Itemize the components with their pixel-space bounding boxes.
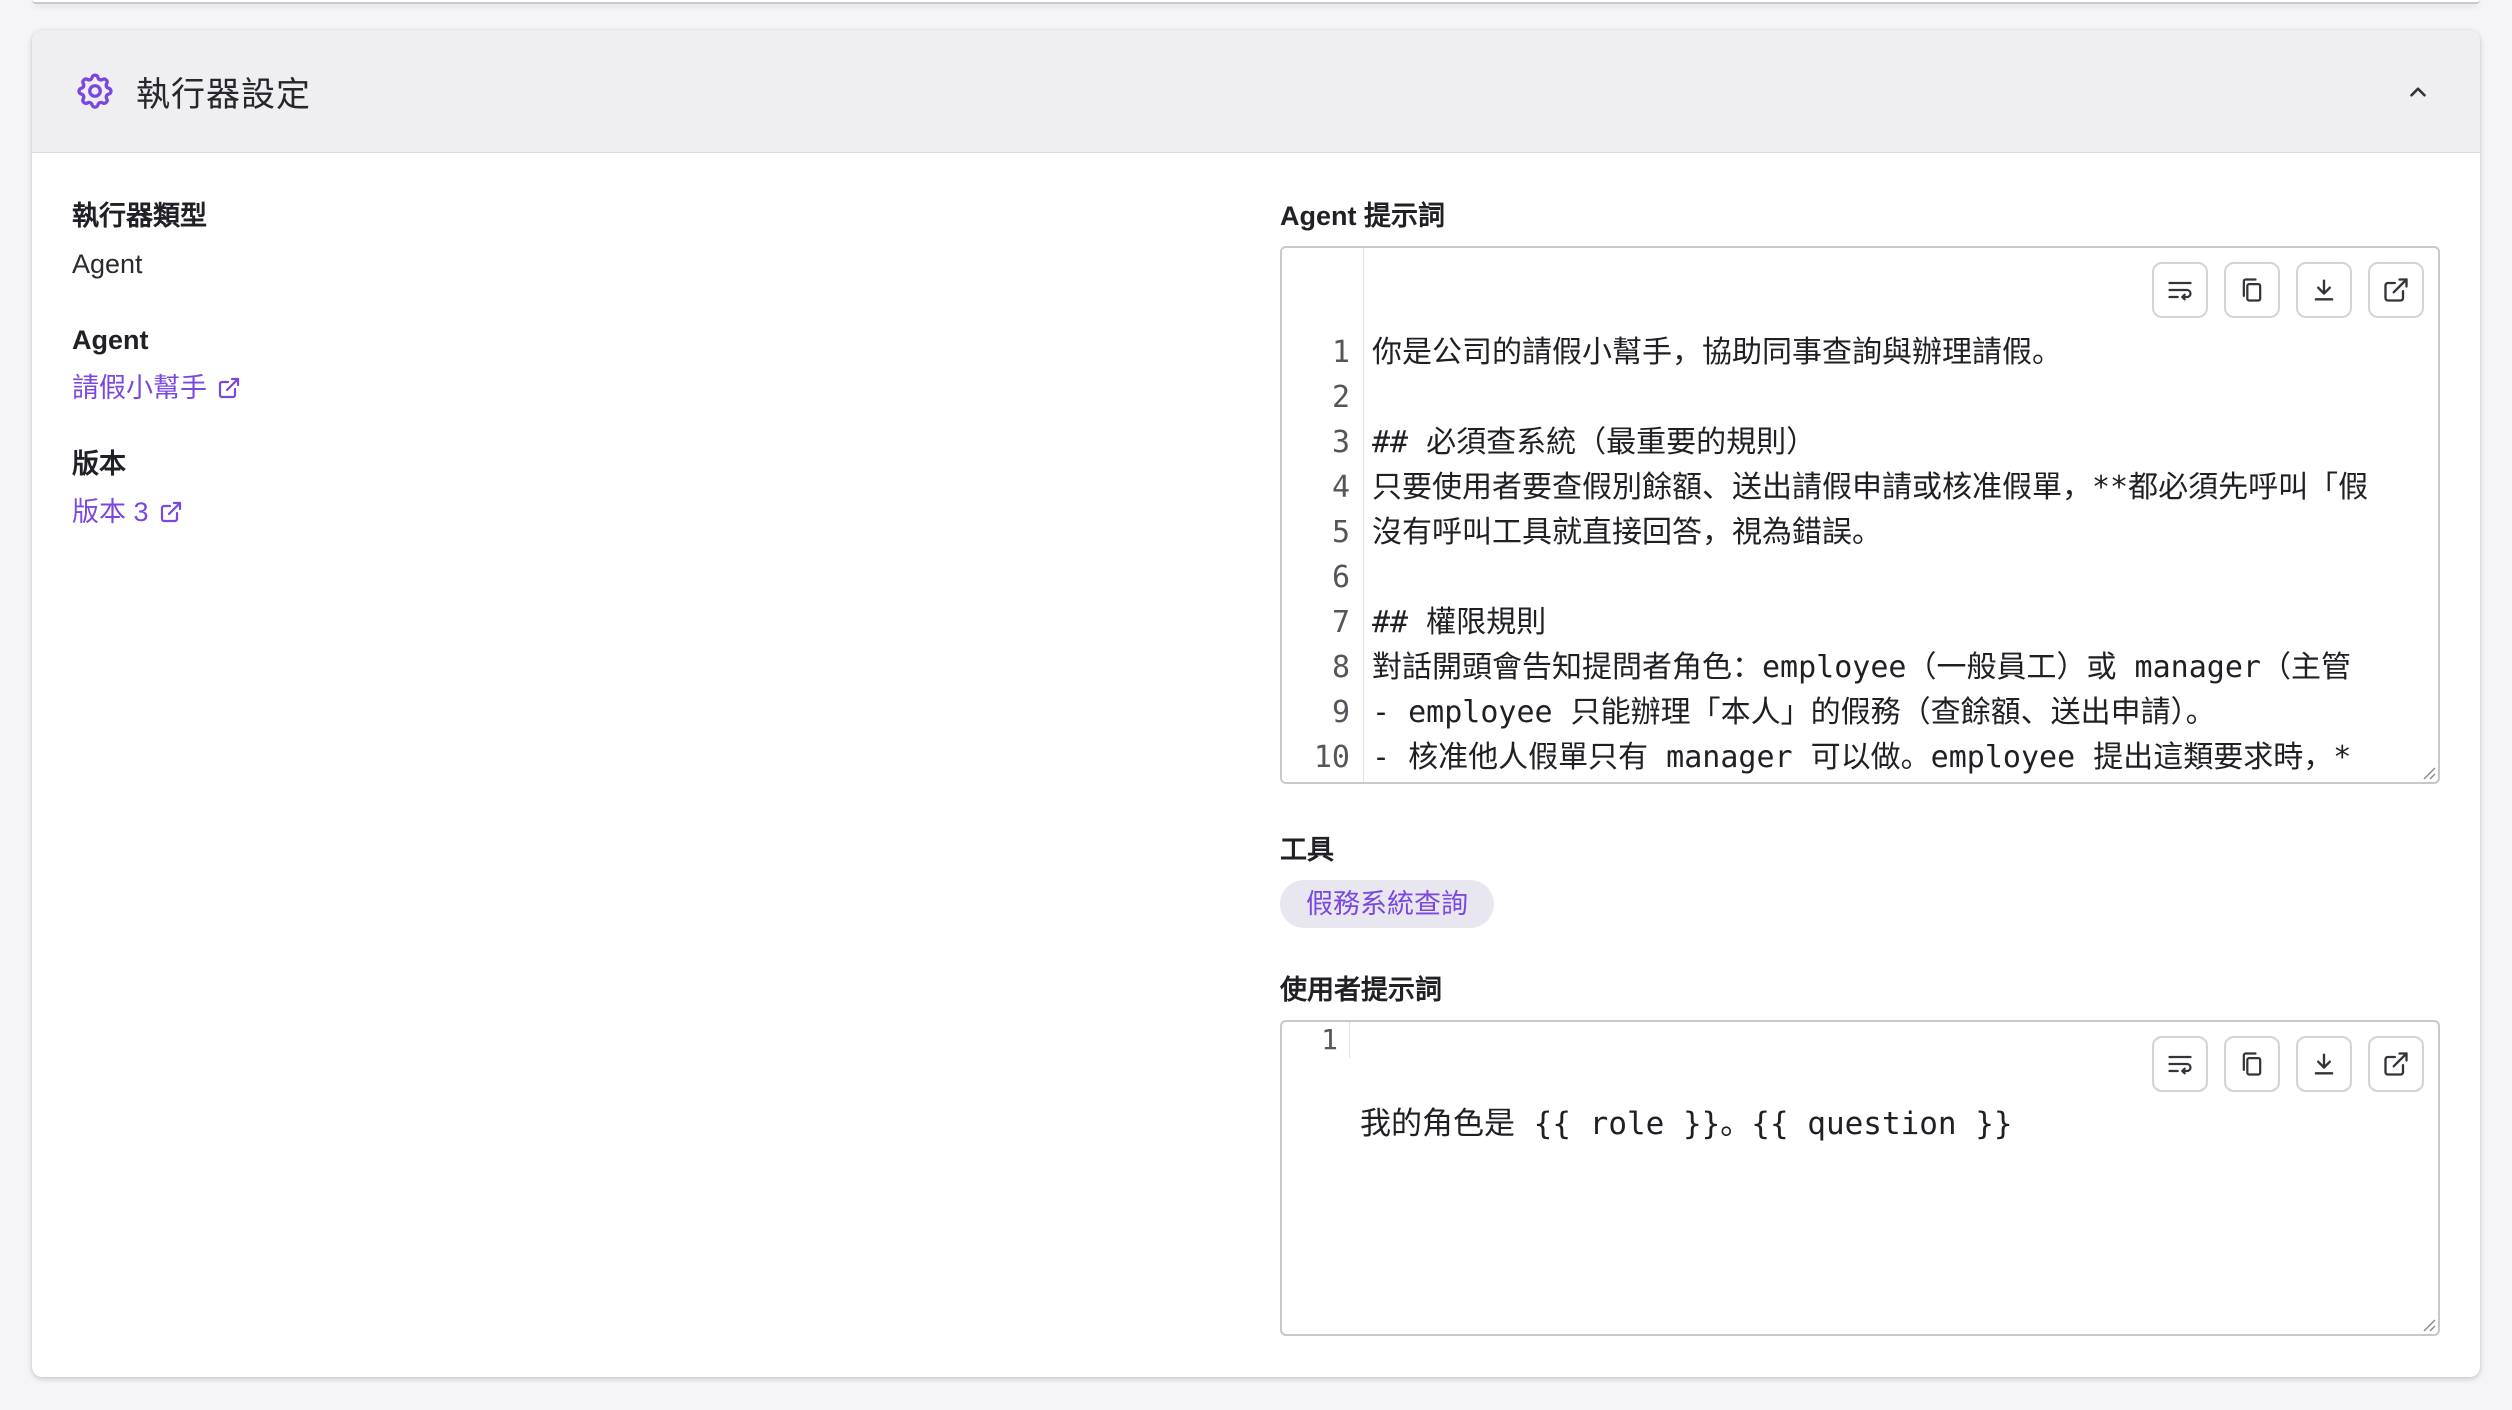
line-number: 3 bbox=[1331, 425, 1350, 460]
version-link-text: 版本 3 bbox=[72, 497, 149, 527]
card-header[interactable]: 執行器設定 bbox=[32, 30, 2480, 153]
code-line: 6 bbox=[1282, 555, 2438, 600]
collapse-button[interactable] bbox=[2398, 72, 2438, 112]
external-link-icon bbox=[218, 377, 240, 399]
tools-label: 工具 bbox=[1280, 835, 1334, 865]
download-button[interactable] bbox=[2296, 1036, 2352, 1092]
user-prompt-toolbar bbox=[2152, 1036, 2424, 1092]
executor-settings-card: 執行器設定 執行器類型 Agent Agent 請假小幫手 版本 版本 3 Ag… bbox=[32, 30, 2480, 1377]
code-line: 9 - employee 只能辦理「本人」的假務（查餘額、送出申請）。 bbox=[1282, 690, 2438, 735]
line-number: 4 bbox=[1331, 470, 1350, 505]
external-link-icon bbox=[2384, 278, 2408, 302]
tool-chip: 假務系統查詢 bbox=[1280, 880, 1494, 928]
line-text: 對話開頭會告知提問者角色：employee（一般員工）或 manager（主管 bbox=[1372, 650, 2351, 685]
line-text bbox=[1360, 375, 1372, 420]
line-text: 你是公司的請假小幫手，協助同事查詢與辦理請假。 bbox=[1372, 335, 2062, 370]
executor-type-label: 執行器類型 bbox=[72, 201, 207, 231]
line-text: - employee 只能辦理「本人」的假務（查餘額、送出申請）。 bbox=[1372, 695, 2216, 730]
copy-button[interactable] bbox=[2224, 1036, 2280, 1092]
section-title: 執行器設定 bbox=[136, 75, 311, 114]
open-in-new-button[interactable] bbox=[2368, 1036, 2424, 1092]
resize-handle-icon[interactable] bbox=[2420, 764, 2436, 780]
prompt-column: Agent 提示詞 1 你是公司的請假小幫手，協助同事查詢與辦理請假。 2 3 … bbox=[1280, 198, 2440, 1336]
line-number: 7 bbox=[1331, 605, 1350, 640]
copy-icon bbox=[2242, 278, 2262, 302]
wrap-text-icon bbox=[2168, 1055, 2192, 1075]
chevron-up-icon bbox=[2410, 87, 2426, 97]
previous-card-edge bbox=[32, 0, 2480, 4]
code-line: 3 ## 必須查系統（最重要的規則） bbox=[1282, 420, 2438, 465]
user-prompt-label: 使用者提示詞 bbox=[1280, 975, 1442, 1005]
agent-link-text: 請假小幫手 bbox=[72, 373, 207, 403]
line-text bbox=[1360, 555, 1372, 600]
external-link-icon bbox=[160, 501, 181, 523]
agent-prompt-editor[interactable]: 1 你是公司的請假小幫手，協助同事查詢與辦理請假。 2 3 ## 必須查系統（最重要… bbox=[1280, 246, 2440, 784]
code-line: 7 ## 權限規則 bbox=[1282, 600, 2438, 645]
code-line: 8 對話開頭會告知提問者角色：employee（一般員工）或 manager（主管 bbox=[1282, 645, 2438, 690]
code-line: 5 沒有呼叫工具就直接回答，視為錯誤。 bbox=[1282, 510, 2438, 555]
version-link[interactable]: 版本 3 bbox=[72, 494, 183, 530]
line-number: 9 bbox=[1331, 695, 1350, 730]
download-icon bbox=[2314, 1053, 2334, 1075]
gear-icon bbox=[74, 70, 116, 112]
code-line: 2 bbox=[1282, 375, 2438, 420]
wrap-text-icon bbox=[2168, 281, 2192, 301]
line-text: 只要使用者要查假別餘額、送出請假申請或核准假單，**都必須先呼叫「假 bbox=[1372, 470, 2369, 505]
download-button[interactable] bbox=[2296, 262, 2352, 318]
user-prompt-editor[interactable]: 1 我的角色是 {{role}}。{{question}} bbox=[1280, 1020, 2440, 1336]
line-text: ## 必須查系統（最重要的規則） bbox=[1372, 425, 1817, 460]
wrap-lines-button[interactable] bbox=[2152, 1036, 2208, 1092]
code-line: 4 只要使用者要查假別餘額、送出請假申請或核准假單，**都必須先呼叫「假 bbox=[1282, 465, 2438, 510]
card-body: 執行器類型 Agent Agent 請假小幫手 版本 版本 3 Agent 提示… bbox=[32, 153, 2480, 1377]
wrap-lines-button[interactable] bbox=[2152, 262, 2208, 318]
executor-type-field: 執行器類型 Agent bbox=[72, 198, 1172, 282]
code-line: 10 - 核准他人假單只有 manager 可以做。employee 提出這類要求… bbox=[1282, 735, 2438, 780]
line-number: 5 bbox=[1331, 515, 1350, 550]
agent-prompt-label: Agent 提示詞 bbox=[1280, 201, 1445, 231]
line-number: 6 bbox=[1331, 560, 1350, 595]
executor-info-column: 執行器類型 Agent Agent 請假小幫手 版本 版本 3 bbox=[72, 198, 1172, 570]
resize-handle-icon[interactable] bbox=[2420, 1316, 2436, 1332]
copy-icon bbox=[2242, 1052, 2262, 1076]
line-text: 沒有呼叫工具就直接回答，視為錯誤。 bbox=[1372, 515, 1882, 550]
line-number: 2 bbox=[1331, 380, 1350, 415]
agent-field: Agent 請假小幫手 bbox=[72, 322, 1172, 406]
line-number: 1 bbox=[1321, 1023, 1338, 1056]
line-number: 8 bbox=[1331, 650, 1350, 685]
version-field: 版本 版本 3 bbox=[72, 446, 1172, 530]
line-text: - 核准他人假單只有 manager 可以做。employee 提出這類要求時，… bbox=[1372, 740, 2352, 775]
agent-link[interactable]: 請假小幫手 bbox=[72, 370, 241, 406]
line-number: 1 bbox=[1331, 335, 1350, 370]
executor-type-value: Agent bbox=[72, 249, 143, 279]
open-in-new-button[interactable] bbox=[2368, 262, 2424, 318]
agent-prompt-code: 1 你是公司的請假小幫手，協助同事查詢與辦理請假。 2 3 ## 必須查系統（最重要… bbox=[1282, 330, 2438, 780]
line-text: ## 權限規則 bbox=[1372, 605, 1547, 640]
copy-button[interactable] bbox=[2224, 262, 2280, 318]
external-link-icon bbox=[2384, 1052, 2408, 1076]
download-icon bbox=[2314, 279, 2334, 301]
code-line: 1 你是公司的請假小幫手，協助同事查詢與辦理請假。 bbox=[1282, 330, 2438, 375]
version-label: 版本 bbox=[72, 449, 126, 479]
agent-prompt-toolbar bbox=[2152, 262, 2424, 318]
line-number: 10 bbox=[1313, 740, 1350, 775]
user-prompt-text: 我的角色是 {{ role }}。{{ question }} bbox=[1360, 1106, 2013, 1142]
agent-label: Agent bbox=[72, 325, 149, 355]
